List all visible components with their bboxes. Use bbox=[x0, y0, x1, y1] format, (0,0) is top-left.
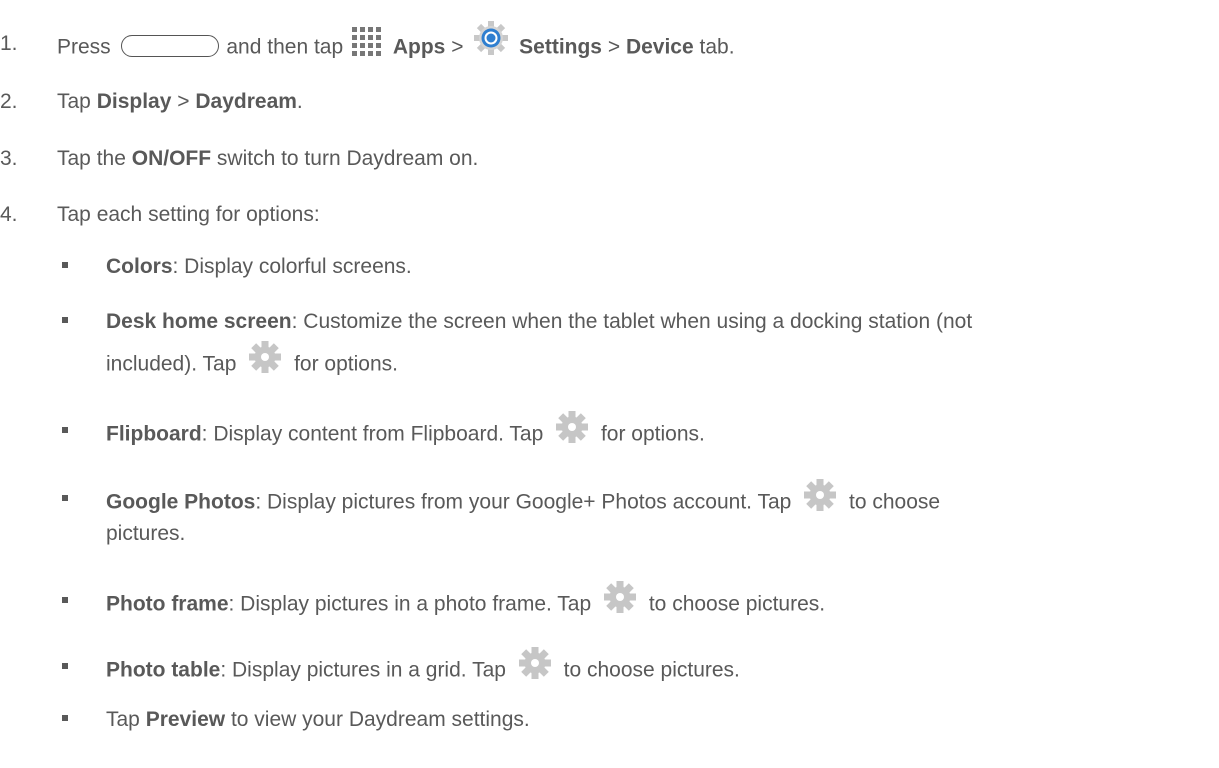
option-desc: : Customize the screen when the tablet w… bbox=[291, 310, 973, 333]
option-name: Photo table bbox=[106, 658, 221, 682]
option-desc: : Display colorful screens. bbox=[172, 255, 412, 278]
option-desc: : Display pictures in a grid. Tap bbox=[220, 658, 506, 682]
gear-icon bbox=[556, 411, 589, 443]
option-desc: : Display content from Flipboard. Tap bbox=[201, 422, 544, 446]
step-text: . bbox=[296, 90, 303, 113]
option-name: Flipboard bbox=[106, 422, 202, 446]
option-name: Desk home screen bbox=[106, 310, 292, 333]
step-text: Tap bbox=[57, 90, 91, 113]
option-name: Photo frame bbox=[106, 592, 229, 616]
gear-icon bbox=[518, 647, 551, 679]
step-number: 3. bbox=[0, 147, 18, 170]
apps-grid-icon bbox=[352, 27, 381, 56]
home-key-icon bbox=[120, 35, 219, 57]
option-desc: to choose bbox=[849, 490, 941, 514]
step-text: switch to turn Daydream on. bbox=[216, 147, 479, 170]
settings-gear-icon bbox=[474, 21, 509, 55]
option-desc: to choose pictures. bbox=[648, 592, 826, 616]
on-off-label: ON/OFF bbox=[131, 147, 212, 170]
bullet bbox=[62, 317, 68, 323]
step-text: Press bbox=[57, 35, 111, 59]
option-desc: : Display pictures from your Google+ Pho… bbox=[255, 490, 792, 514]
bullet bbox=[62, 597, 68, 603]
instructions-document: 1. Press and then tap Apps > Settings > … bbox=[0, 0, 1219, 768]
option-desc: to view your Daydream settings. bbox=[230, 708, 530, 731]
option-name: Colors bbox=[106, 255, 173, 278]
step-text: Tap each setting for options: bbox=[57, 203, 320, 226]
option-desc: included). Tap bbox=[106, 352, 237, 376]
device-label: Device bbox=[625, 35, 694, 59]
settings-label: Settings bbox=[519, 35, 602, 59]
bullet bbox=[62, 715, 68, 721]
bullet bbox=[62, 495, 68, 501]
step-text: Tap the bbox=[57, 147, 126, 170]
gear-icon bbox=[604, 581, 636, 613]
display-label: Display bbox=[96, 90, 172, 113]
gear-icon bbox=[249, 341, 282, 373]
option-desc: : Display pictures in a photo frame. Tap bbox=[228, 592, 592, 616]
option-desc: to choose pictures. bbox=[563, 658, 740, 682]
bullet bbox=[62, 262, 68, 268]
option-desc: pictures. bbox=[106, 522, 186, 545]
step-text: > bbox=[607, 35, 621, 59]
bullet bbox=[62, 663, 68, 669]
step-number: 1. bbox=[0, 32, 18, 55]
apps-label: Apps bbox=[392, 35, 446, 59]
option-desc: Tap bbox=[106, 708, 140, 731]
step-text: > bbox=[177, 90, 190, 113]
option-name: Preview bbox=[145, 708, 226, 731]
bullet bbox=[62, 427, 68, 433]
option-desc: for options. bbox=[294, 352, 398, 376]
gear-icon bbox=[804, 479, 837, 511]
daydream-label: Daydream bbox=[195, 90, 297, 113]
option-desc: for options. bbox=[600, 422, 705, 446]
step-text: and then tap bbox=[226, 35, 344, 59]
option-name: Google Photos bbox=[106, 490, 256, 514]
step-number: 4. bbox=[0, 203, 18, 226]
step-text: > bbox=[451, 35, 464, 59]
step-number: 2. bbox=[0, 90, 18, 113]
step-text: tab. bbox=[699, 35, 735, 59]
